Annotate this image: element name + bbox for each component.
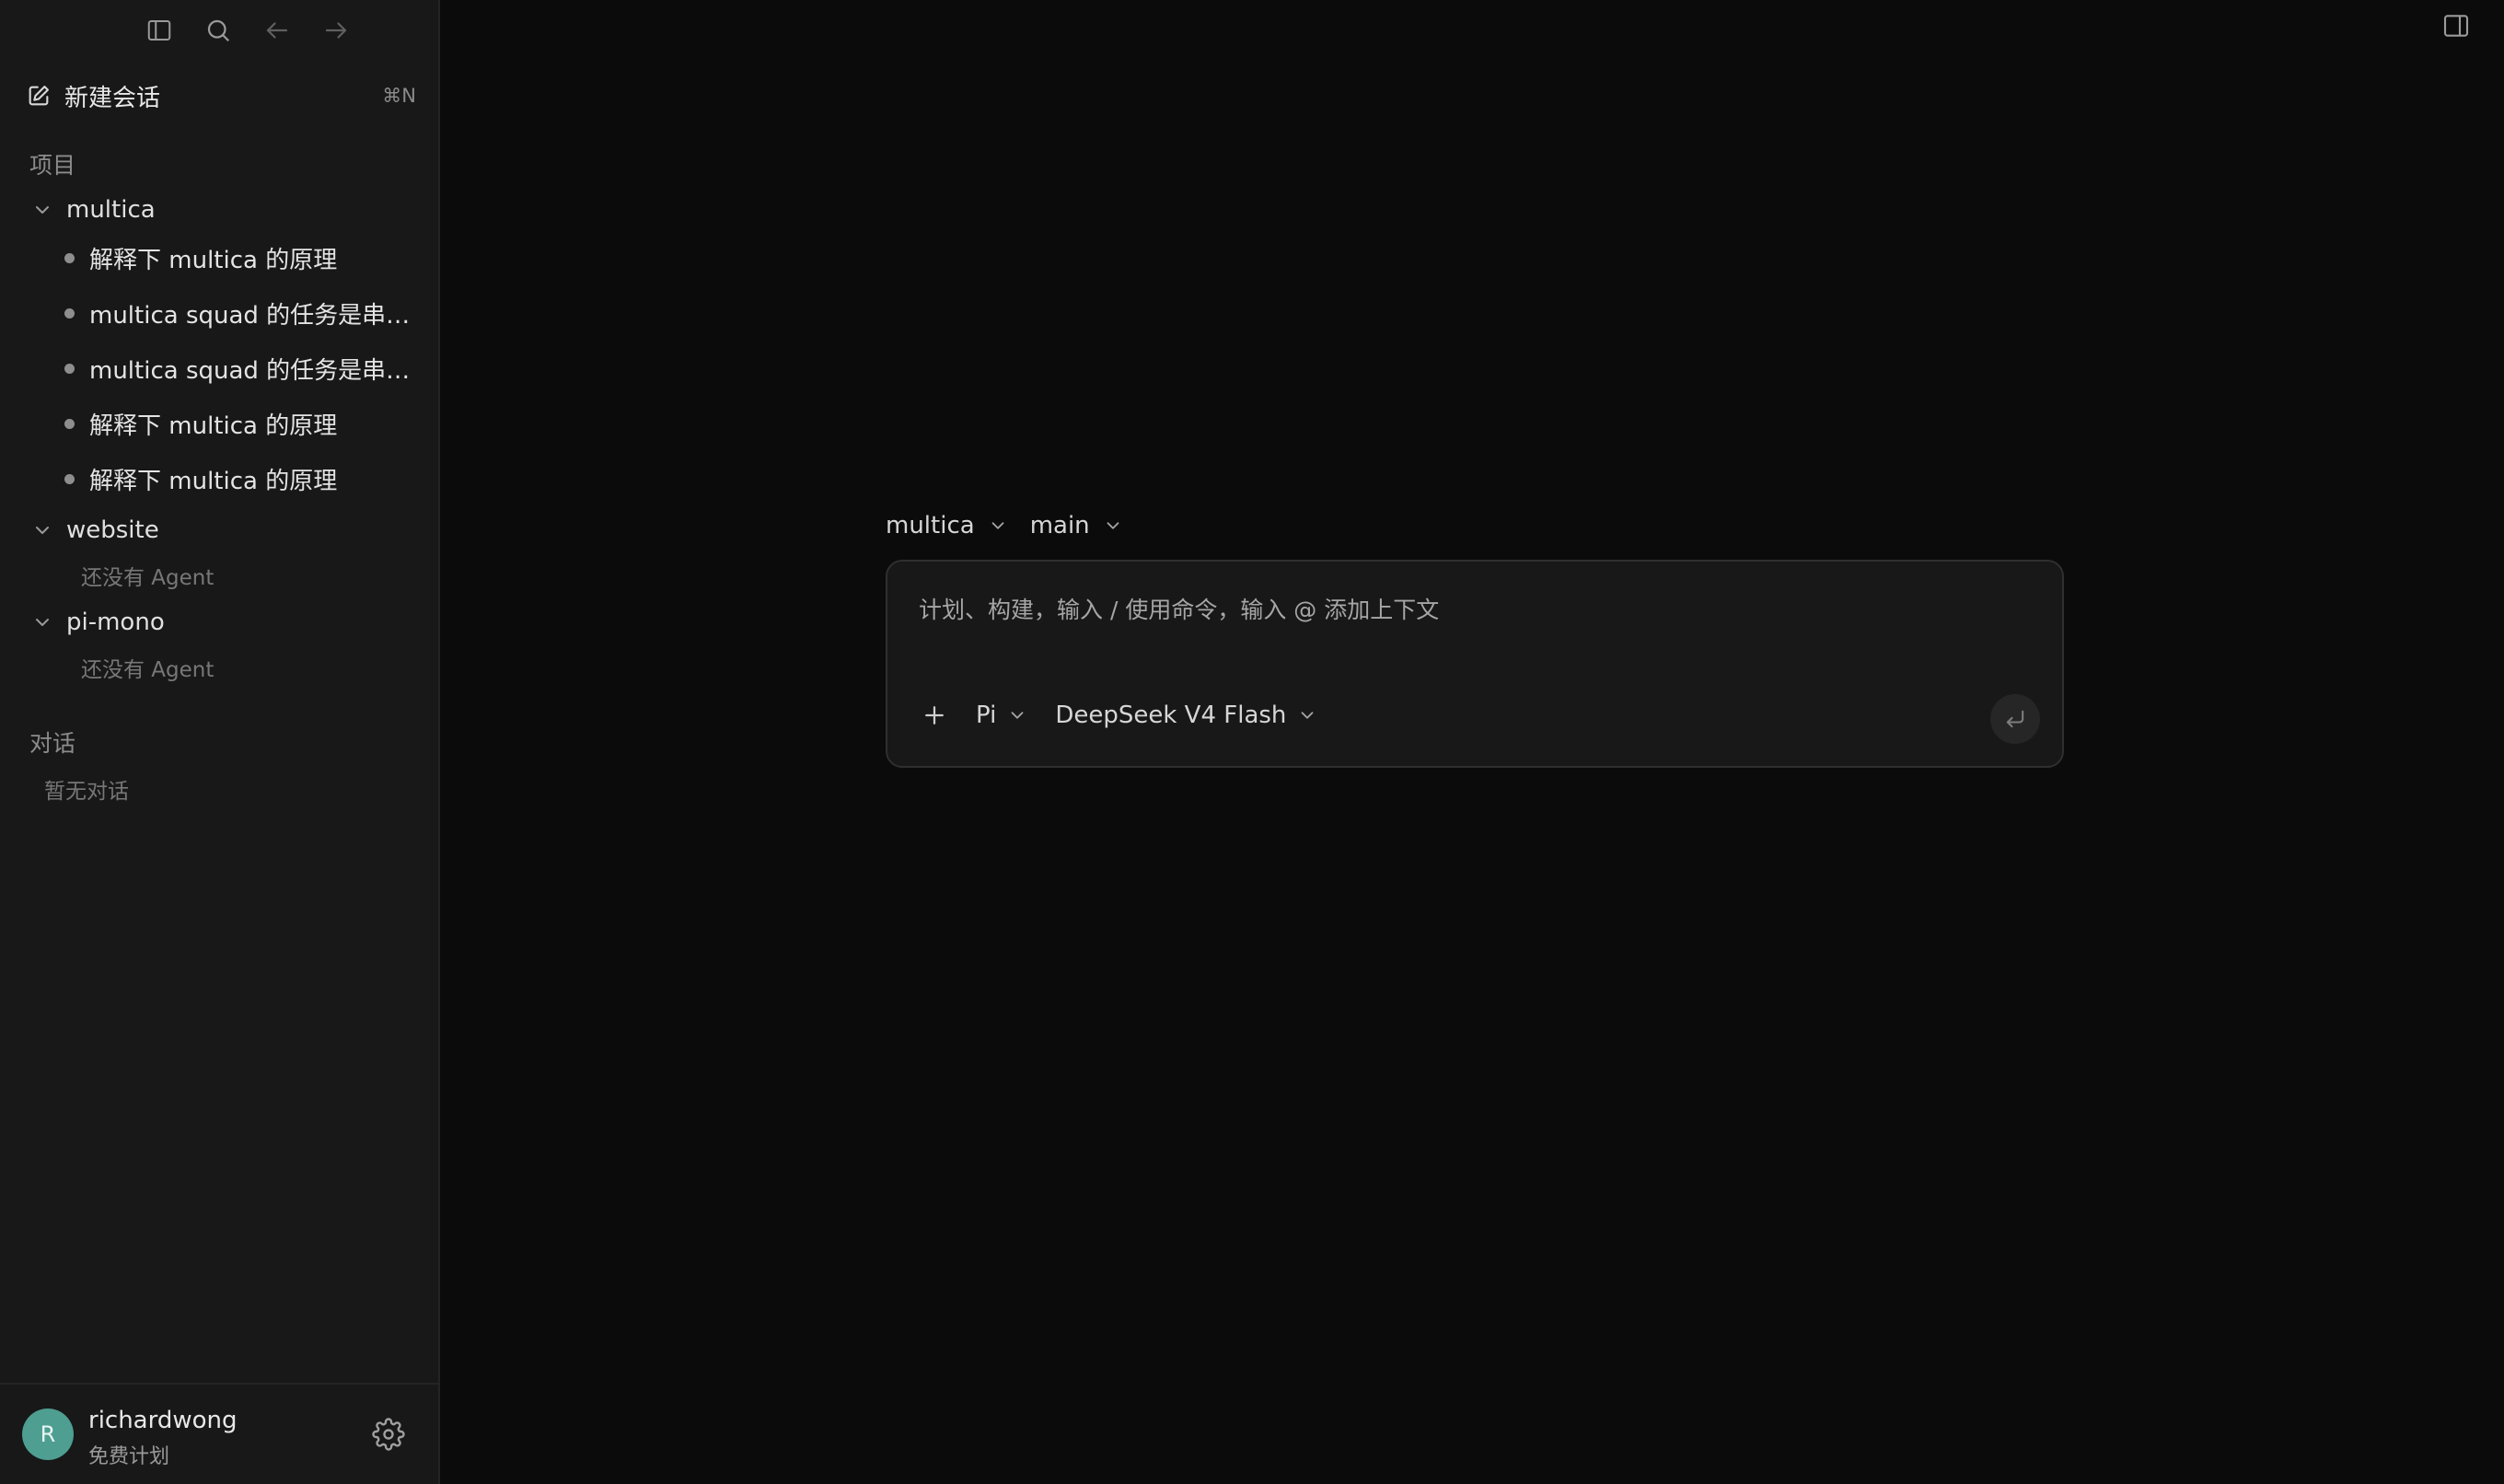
right-panel-toggle-button[interactable] bbox=[2441, 11, 2475, 44]
session-item[interactable]: multica squad 的任务是串行还是并行执行的 bbox=[64, 295, 414, 331]
project-website[interactable]: website bbox=[31, 512, 418, 549]
project-name: pi-mono bbox=[66, 609, 165, 636]
enter-icon bbox=[2006, 710, 2024, 728]
composer: Pi DeepSeek V4 Flash bbox=[886, 560, 2064, 768]
search-icon bbox=[207, 19, 230, 42]
new-chat-label: 新建会话 bbox=[64, 84, 161, 112]
settings-button[interactable] bbox=[372, 1418, 407, 1453]
chevron-down-icon bbox=[1011, 712, 1024, 719]
user-name: richardwong bbox=[88, 1407, 238, 1434]
conversations-section-title: 对话 bbox=[29, 730, 76, 757]
panel-right-icon bbox=[2443, 15, 2469, 37]
chevron-down-icon bbox=[36, 527, 49, 534]
branch-selector[interactable]: main bbox=[1030, 512, 1123, 539]
back-button[interactable] bbox=[261, 13, 293, 48]
session-item[interactable]: 解释下 multica 的原理 bbox=[64, 405, 414, 442]
chevron-down-icon bbox=[1301, 712, 1314, 719]
session-title: multica squad 的任务是串行还是并行执行的 bbox=[89, 301, 414, 330]
chevron-down-icon bbox=[1107, 522, 1119, 529]
session-item[interactable]: multica squad 的任务是串行还是并行执行的 bbox=[64, 350, 414, 387]
composer-tools: Pi DeepSeek V4 Flash bbox=[921, 701, 1317, 729]
chevron-down-icon bbox=[36, 206, 49, 214]
conversations-empty-note: 暂无对话 bbox=[44, 780, 129, 804]
session-dot-icon bbox=[64, 473, 75, 484]
forward-button[interactable] bbox=[320, 13, 352, 48]
session-dot-icon bbox=[64, 363, 75, 374]
session-dot-icon bbox=[64, 418, 75, 429]
project-name: website bbox=[66, 516, 159, 544]
session-item[interactable]: 解释下 multica 的原理 bbox=[64, 460, 414, 497]
branch-selector-label: main bbox=[1029, 512, 1090, 539]
prompt-input[interactable] bbox=[917, 589, 1930, 630]
project-name: multica bbox=[66, 196, 156, 224]
session-dot-icon bbox=[64, 307, 75, 319]
user-bar: R richardwong 免费计划 bbox=[0, 1383, 438, 1484]
arrow-right-icon bbox=[325, 22, 347, 39]
plus-icon bbox=[925, 706, 944, 725]
project-pi-mono[interactable]: pi-mono bbox=[31, 604, 418, 641]
add-attachment-button[interactable] bbox=[921, 701, 948, 729]
project-selector-label: multica bbox=[886, 512, 975, 539]
context-selectors: multica main bbox=[886, 512, 1123, 539]
model-selector[interactable]: DeepSeek V4 Flash bbox=[1055, 701, 1317, 729]
sidebar-toggle-icon bbox=[147, 20, 171, 41]
search-button[interactable] bbox=[203, 13, 234, 48]
session-dot-icon bbox=[64, 252, 75, 263]
projects-section-title: 项目 bbox=[29, 152, 76, 179]
sidebar-toggle-button[interactable] bbox=[144, 13, 175, 48]
new-chat-shortcut: ⌘N bbox=[382, 85, 416, 107]
new-chat-button[interactable]: 新建会话 ⌘N bbox=[26, 77, 416, 114]
edit-icon bbox=[29, 86, 49, 106]
project-empty-note: 还没有 Agent bbox=[81, 658, 214, 682]
session-title: 解释下 multica 的原理 bbox=[89, 246, 338, 274]
agent-selector[interactable]: Pi bbox=[976, 701, 1027, 729]
project-selector[interactable]: multica bbox=[886, 512, 1008, 539]
session-item[interactable]: 解释下 multica 的原理 bbox=[64, 239, 414, 276]
project-empty-note: 还没有 Agent bbox=[81, 566, 214, 590]
sidebar-toolbar bbox=[144, 13, 352, 48]
project-multica[interactable]: multica bbox=[31, 191, 418, 228]
sidebar: 新建会话 ⌘N 项目 multica 解释下 multica 的原理 multi… bbox=[0, 0, 440, 1484]
agent-selector-label: Pi bbox=[976, 701, 997, 729]
session-title: 解释下 multica 的原理 bbox=[89, 412, 338, 440]
chevron-down-icon bbox=[36, 619, 49, 626]
model-selector-label: DeepSeek V4 Flash bbox=[1055, 701, 1287, 729]
send-button[interactable] bbox=[1990, 694, 2040, 744]
chevron-down-icon bbox=[991, 522, 1004, 529]
arrow-left-icon bbox=[266, 22, 288, 39]
avatar[interactable]: R bbox=[22, 1409, 74, 1460]
user-plan: 免费计划 bbox=[88, 1445, 170, 1468]
session-title: multica squad 的任务是串行还是并行执行的 bbox=[89, 356, 414, 385]
gear-icon bbox=[372, 1418, 405, 1451]
session-title: 解释下 multica 的原理 bbox=[89, 467, 338, 495]
